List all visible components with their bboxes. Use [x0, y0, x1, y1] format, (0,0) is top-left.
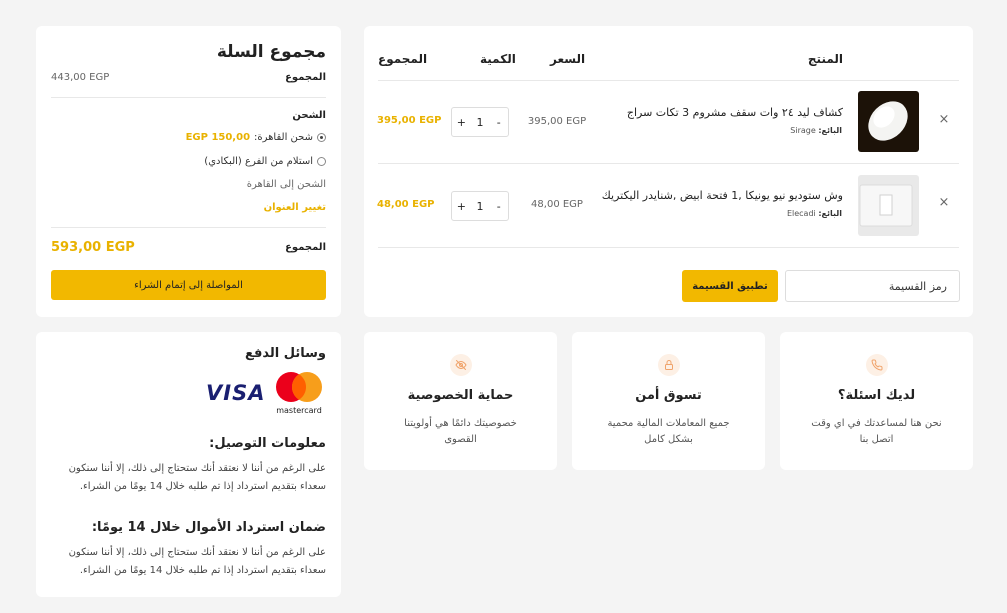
remove-item-button[interactable]: × — [938, 195, 950, 210]
remove-item-button[interactable]: × — [938, 112, 950, 127]
product-name[interactable]: وش ستوديو نيو يونيكا ,1 فتحة ابيض ,شنايد… — [583, 189, 843, 202]
quantity-input[interactable]: 1 — [471, 116, 490, 129]
feature-description: خصوصيتك دائمًا هي أولويتنا القصوى — [404, 418, 517, 445]
shipping-label: الشحن — [292, 110, 326, 121]
feature-card-privacy: حماية الخصوصية خصوصيتك دائمًا هي أولويتن… — [364, 332, 557, 470]
header-price: السعر — [550, 52, 586, 66]
feature-description: جميع المعاملات المالية محمية بشكل كامل — [607, 418, 730, 445]
radio-unselected-icon[interactable] — [317, 157, 326, 166]
header-total: المجموع — [378, 52, 428, 66]
eye-off-icon — [450, 354, 472, 376]
cart-table-card: المنتج السعر الكمية المجموع × كشاف ليد ٢… — [364, 26, 973, 317]
mastercard-wordmark: mastercard — [276, 406, 322, 415]
increase-button[interactable]: + — [452, 200, 471, 213]
subtotal-label: المجموع — [285, 72, 326, 83]
shipping-destination: الشحن إلى القاهرة — [246, 179, 326, 190]
visa-logo: VISA — [206, 381, 266, 405]
feature-description: نحن هنا لمساعدتك في اي وقت اتصل بنا — [811, 418, 942, 445]
divider — [51, 97, 326, 98]
subtotal-value: 443,00 EGP — [51, 72, 110, 83]
vendor-name: Elecadi — [786, 209, 816, 218]
cart-totals-title: مجموع السلة — [216, 42, 326, 62]
header-product: المنتج — [807, 52, 843, 66]
divider — [378, 80, 959, 81]
product-vendor: البائع: Sirage — [790, 126, 842, 135]
shipping-option-label: استلام من الفرع (البكادي) — [204, 156, 313, 167]
shipping-option-price: 150,00 EGP — [185, 132, 251, 143]
payment-info-card: وسائل الدفع mastercard VISA معلومات التو… — [36, 332, 341, 597]
item-subtotal: 48,00 EGP — [377, 199, 435, 210]
product-image[interactable] — [858, 175, 919, 236]
shipping-option-pickup[interactable]: استلام من الفرع (البكادي) — [204, 156, 326, 167]
product-vendor: البائع: Elecadi — [787, 209, 842, 218]
divider — [51, 227, 326, 228]
quantity-stepper: + 1 - — [451, 191, 509, 221]
quantity-stepper: + 1 - — [451, 107, 509, 137]
product-price: 48,00 EGP — [531, 199, 583, 210]
phone-icon — [866, 354, 888, 376]
change-address-link[interactable]: تغيير العنوان — [264, 202, 326, 213]
feature-title: لديك اسئلة؟ — [837, 388, 916, 403]
product-name[interactable]: كشاف ليد ٢٤ وات سقف مشروم 3 تكات سراج — [583, 106, 843, 119]
cart-totals-card: مجموع السلة المجموع 443,00 EGP الشحن شحن… — [36, 26, 341, 317]
proceed-to-checkout-button[interactable]: المواصلة إلى إتمام الشراء — [51, 270, 326, 300]
radio-selected-icon[interactable] — [317, 133, 326, 142]
total-label: المجموع — [285, 242, 326, 253]
divider — [378, 163, 959, 164]
header-quantity: الكمية — [480, 52, 516, 66]
item-subtotal: 395,00 EGP — [377, 115, 442, 126]
apply-coupon-button[interactable]: تطبيق القسيمة — [682, 270, 778, 302]
refund-guarantee-title: ضمان استرداد الأموال خلال 14 يومًا: — [91, 520, 326, 535]
mastercard-logo: mastercard — [272, 370, 326, 416]
increase-button[interactable]: + — [452, 116, 471, 129]
quantity-input[interactable]: 1 — [471, 200, 490, 213]
vendor-label: البائع: — [818, 209, 842, 218]
product-image[interactable] — [858, 91, 919, 152]
vendor-label: البائع: — [818, 126, 842, 135]
divider — [378, 247, 959, 248]
refund-guarantee-text: على الرغم من أننا لا نعتقد أنك ستحتاج إل… — [68, 547, 326, 576]
product-price: 395,00 EGP — [527, 116, 587, 127]
total-value: 593,00 EGP — [51, 240, 135, 255]
delivery-info-text: على الرغم من أننا لا نعتقد أنك ستحتاج إل… — [68, 463, 326, 492]
feature-card-support: لديك اسئلة؟ نحن هنا لمساعدتك في اي وقت ا… — [780, 332, 973, 470]
vendor-name: Sirage — [790, 126, 816, 135]
delivery-info-title: معلومات التوصيل: — [209, 436, 326, 451]
decrease-button[interactable]: - — [489, 116, 508, 129]
shipping-option-cairo[interactable]: شحن القاهرة: 150,00 EGP — [186, 132, 326, 143]
coupon-input[interactable] — [785, 270, 960, 302]
lock-icon — [658, 354, 680, 376]
payment-methods-title: وسائل الدفع — [245, 346, 326, 361]
shipping-option-label: شحن القاهرة: — [254, 132, 313, 143]
feature-title: حماية الخصوصية — [407, 388, 514, 403]
feature-card-secure: تسوق أمن جميع المعاملات المالية محمية بش… — [572, 332, 765, 470]
feature-title: تسوق أمن — [635, 388, 702, 403]
decrease-button[interactable]: - — [489, 200, 508, 213]
